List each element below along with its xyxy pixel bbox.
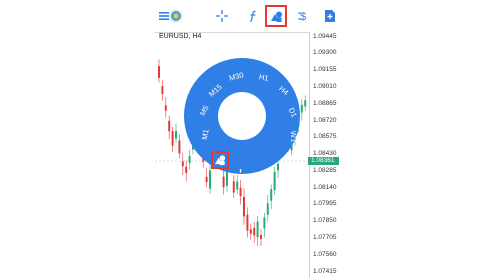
price-tick: 1.07705 — [313, 234, 337, 241]
candle-body — [266, 203, 269, 215]
candle-body — [222, 176, 225, 188]
candle-body — [188, 155, 191, 163]
candle-body — [181, 161, 184, 167]
price-tick: 1.09010 — [313, 83, 337, 90]
app-logo-icon[interactable] — [165, 5, 187, 27]
radial-function-button[interactable] — [257, 167, 271, 181]
candle-body — [249, 229, 252, 234]
candle-body — [205, 176, 208, 183]
candle-body — [304, 100, 307, 107]
candle-body — [243, 196, 245, 217]
candle-body — [185, 166, 188, 173]
price-tick: 1.07850 — [313, 217, 337, 224]
candle-body — [263, 217, 266, 229]
candle-body — [175, 130, 177, 139]
candle-body — [246, 214, 249, 231]
candle-body — [164, 105, 167, 111]
candle-body — [270, 189, 273, 201]
price-tick: 1.08285 — [313, 167, 337, 174]
symbol-label: EURUSD, H4 — [159, 33, 202, 40]
price-tick: 1.08140 — [313, 184, 337, 191]
objects-icon[interactable] — [265, 5, 287, 27]
price-tick: 1.07995 — [313, 200, 337, 207]
price-tick: 1.09155 — [313, 66, 337, 73]
function-icon[interactable] — [242, 5, 264, 27]
candle-body — [158, 66, 160, 78]
trade-dollar-icon[interactable]: $ — [293, 5, 315, 27]
price-tick: 1.08865 — [313, 100, 337, 107]
price-scale: 1.09445 1.09300 1.09155 1.09010 1.08865 … — [309, 32, 339, 278]
candle-body — [232, 181, 235, 193]
radial-objects-button[interactable] — [211, 151, 229, 169]
price-tick: 1.08575 — [313, 133, 337, 140]
current-price-tag: 1.08361 — [308, 157, 339, 165]
price-tick: 1.07560 — [313, 251, 337, 258]
crosshair-icon — [234, 168, 246, 180]
candle-body — [256, 221, 259, 238]
candle-body — [168, 120, 171, 132]
price-tick: 1.09300 — [313, 49, 337, 56]
candle-body — [239, 187, 242, 197]
candle-body — [161, 86, 164, 94]
price-tick: 1.08720 — [313, 117, 337, 124]
timeframe-w1[interactable]: W1 — [289, 131, 299, 143]
top-toolbar: $ — [155, 0, 339, 33]
price-tick: 1.07415 — [313, 268, 337, 275]
candle-body — [260, 234, 262, 240]
candle-body — [277, 163, 279, 171]
function-icon — [260, 169, 267, 180]
timeframe-h1[interactable]: H1 — [258, 72, 269, 83]
candle-body — [236, 181, 239, 190]
candle-body — [300, 104, 303, 113]
timeframe-m1[interactable]: M1 — [200, 129, 211, 141]
candle-body — [209, 170, 211, 189]
radial-menu-center — [218, 92, 266, 140]
candle-body — [171, 131, 174, 146]
price-tick: 1.09445 — [313, 33, 337, 40]
candle-body — [273, 171, 276, 191]
radial-crosshair-button[interactable] — [233, 167, 247, 181]
price-tick: 1.08430 — [313, 150, 337, 157]
candle-body — [178, 140, 181, 154]
crosshair-icon[interactable] — [211, 5, 233, 27]
objects-icon — [214, 155, 226, 166]
candle-body — [253, 227, 256, 236]
new-order-icon[interactable] — [319, 5, 339, 27]
